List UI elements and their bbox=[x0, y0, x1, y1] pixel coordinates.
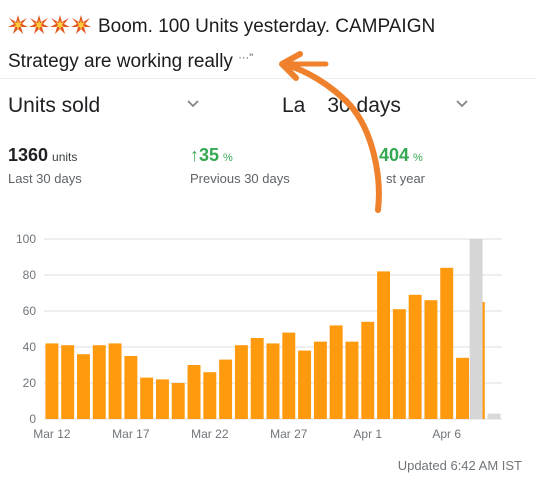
bar bbox=[408, 294, 422, 419]
bar bbox=[377, 271, 391, 419]
post-truncated-tail: ···" bbox=[238, 52, 254, 64]
units-bar-chart: 0 20 40 60 80 100 Mar 12 Mar 17 Mar 22 Mar 27 Apr … bbox=[16, 232, 502, 441]
bar bbox=[392, 309, 406, 419]
bar bbox=[171, 383, 185, 419]
chevron-down-icon[interactable] bbox=[186, 99, 200, 109]
bar bbox=[45, 343, 59, 419]
arrow-up-icon: ↑ bbox=[190, 145, 199, 165]
x-tick-label: Mar 27 bbox=[270, 427, 308, 441]
post-caption: Boom. 100 Units yesterday. CAMPAIGN Stra… bbox=[8, 12, 523, 76]
range-label-right: 30 days bbox=[327, 94, 401, 117]
y-tick-label: 60 bbox=[23, 304, 37, 318]
bar bbox=[140, 377, 154, 419]
x-tick-label: Mar 12 bbox=[33, 427, 71, 441]
current-day-highlight bbox=[469, 239, 483, 419]
bar bbox=[219, 359, 233, 419]
bar bbox=[313, 341, 327, 419]
range-label-left: La bbox=[282, 94, 306, 117]
bar-current-day bbox=[487, 413, 501, 419]
bar bbox=[456, 357, 469, 419]
post-line-2: Strategy are working really bbox=[8, 51, 233, 72]
bar bbox=[203, 372, 217, 419]
collision-emoji-icon bbox=[71, 15, 91, 34]
bar bbox=[124, 356, 138, 419]
bar bbox=[234, 345, 248, 419]
collision-emoji-icon bbox=[8, 15, 28, 34]
bar bbox=[187, 365, 201, 419]
y-tick-label: 80 bbox=[23, 268, 37, 282]
stat-prev-label: Previous 30 days bbox=[190, 171, 290, 186]
chevron-down-icon[interactable] bbox=[455, 99, 469, 109]
post-line-1: Boom. 100 Units yesterday. CAMPAIGN bbox=[98, 16, 436, 37]
x-tick-label: Apr 6 bbox=[432, 427, 461, 441]
y-tick-label: 20 bbox=[23, 376, 37, 390]
bar bbox=[61, 345, 75, 419]
y-tick-label: 100 bbox=[16, 232, 36, 246]
bar bbox=[282, 332, 296, 419]
y-tick-label: 40 bbox=[23, 340, 37, 354]
x-tick-label: Mar 22 bbox=[191, 427, 229, 441]
bar bbox=[77, 354, 90, 419]
collision-emoji-icon-group bbox=[8, 15, 92, 44]
range-selector[interactable]: La 30 days bbox=[282, 94, 401, 118]
collision-emoji-icon bbox=[50, 15, 70, 34]
bar bbox=[266, 343, 280, 419]
x-tick-label: Apr 1 bbox=[353, 427, 382, 441]
bar bbox=[424, 300, 438, 419]
stat-prev-change: ↑35% bbox=[190, 145, 233, 165]
stat-units-value: 1360 units bbox=[8, 145, 78, 165]
bar bbox=[250, 338, 264, 419]
updated-timestamp: Updated 6:42 AM IST bbox=[397, 458, 522, 473]
bar bbox=[361, 321, 375, 419]
bar bbox=[345, 341, 359, 419]
metric-selector[interactable]: Units sold bbox=[8, 94, 100, 118]
bar bbox=[92, 345, 106, 419]
y-tick-label: 0 bbox=[29, 412, 36, 426]
metric-label: Units sold bbox=[8, 94, 101, 117]
bar bbox=[329, 325, 343, 419]
x-tick-label: Mar 17 bbox=[112, 427, 150, 441]
bar bbox=[108, 343, 122, 419]
collision-emoji-icon bbox=[29, 15, 49, 34]
arrow-up-icon: ↑ bbox=[370, 145, 379, 165]
stat-units-label: Last 30 days bbox=[8, 171, 82, 186]
bar bbox=[440, 267, 454, 419]
bar bbox=[155, 379, 169, 419]
stat-year-change: ↑404% bbox=[370, 145, 423, 165]
stat-year-label: st year bbox=[386, 171, 426, 186]
bar bbox=[298, 350, 312, 419]
